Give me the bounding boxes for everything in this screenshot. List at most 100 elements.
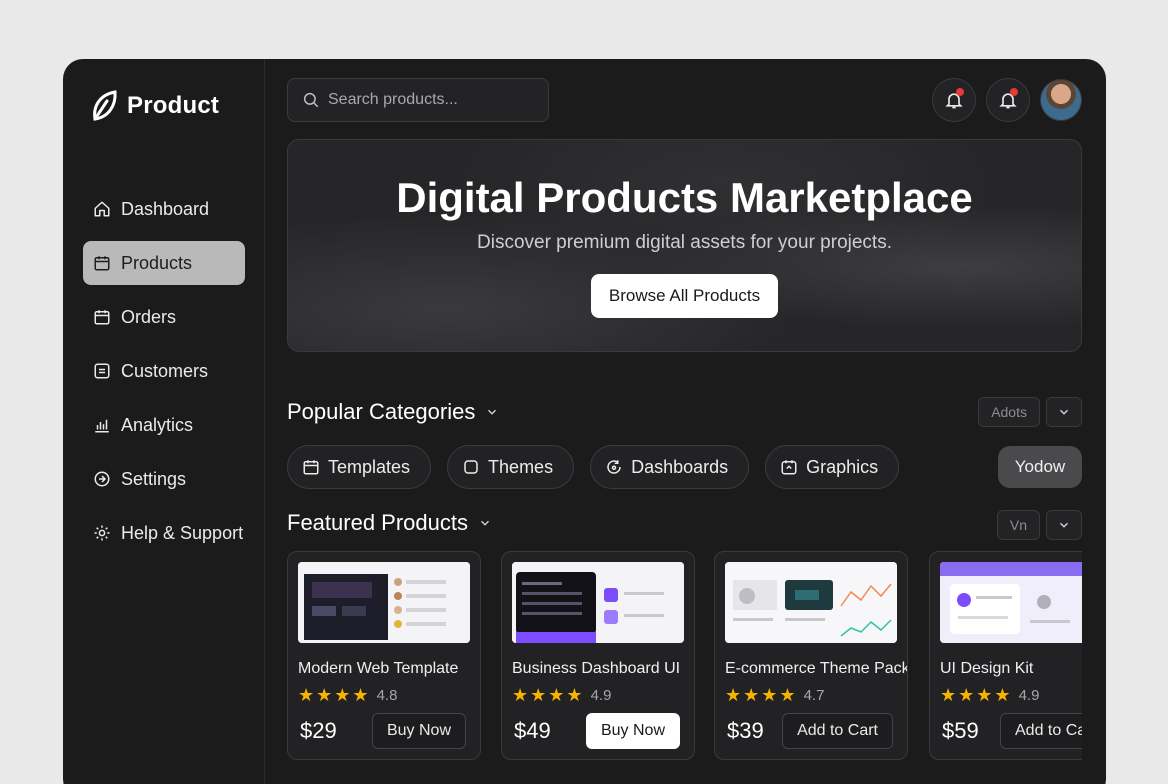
- chip-label: Templates: [328, 456, 411, 477]
- chevron-down-icon: [480, 520, 489, 526]
- sidebar: Product Dashboard Products Orders Custom…: [63, 59, 265, 784]
- category-chip-graphics[interactable]: Graphics: [765, 445, 900, 489]
- buy-now-button[interactable]: Buy Now: [585, 713, 680, 749]
- section-title: Popular Categories: [287, 399, 476, 424]
- app-window: Product Dashboard Products Orders Custom…: [63, 59, 1106, 784]
- gear-icon: [94, 525, 110, 541]
- buy-now-button[interactable]: Buy Now: [371, 713, 466, 749]
- product-card[interactable]: Modern Web Template ★ ★ ★ ★ 4.8 $29 Buy Now: [287, 551, 481, 760]
- product-card[interactable]: E-commerce Theme Pack ★ ★ ★ ★ 4.7 $39 Add t…: [714, 551, 908, 760]
- alerts-button[interactable]: [986, 78, 1030, 122]
- search-icon: [303, 92, 319, 108]
- featured-view-button[interactable]: Vn: [996, 510, 1040, 540]
- notification-badge: [956, 88, 964, 96]
- star-icon: ★: [512, 685, 529, 705]
- product-thumbnail: [512, 562, 684, 643]
- sidebar-item-label: Orders: [121, 306, 177, 327]
- sidebar-item-help-support[interactable]: Help & Support: [83, 511, 245, 555]
- search-input[interactable]: [328, 91, 528, 109]
- star-icon: ★: [779, 685, 796, 705]
- star-icon: ★: [530, 685, 547, 705]
- list-icon: [94, 363, 110, 379]
- rating-value: 4.8: [376, 686, 398, 704]
- notifications-button[interactable]: [932, 78, 976, 122]
- sidebar-item-label: Products: [121, 252, 193, 273]
- product-name: E-commerce Theme Pack: [725, 660, 908, 677]
- star-icon: ★: [316, 685, 333, 705]
- hero-banner: Digital Products Marketplace Discover pr…: [287, 139, 1082, 352]
- sidebar-item-products[interactable]: Products: [83, 241, 245, 285]
- product-card[interactable]: UI Design Kit ★★★★ 4.9 $59 Add to Cart: [929, 551, 1082, 760]
- calendar-icon: [94, 310, 110, 325]
- star-icon: ★: [725, 685, 742, 705]
- sidebar-item-settings[interactable]: Settings: [83, 457, 245, 501]
- header-actions: [932, 78, 1082, 122]
- avatar[interactable]: [1040, 79, 1082, 121]
- featured-dropdown-button[interactable]: [1046, 510, 1082, 540]
- brand-logo[interactable]: Product: [89, 89, 219, 123]
- leaf-icon: [93, 90, 117, 121]
- category-chips: Templates Themes Dashboards Graphics: [287, 445, 900, 489]
- star-icon: ★: [566, 685, 583, 705]
- star-icon: ★: [761, 685, 778, 705]
- add-to-cart-button[interactable]: Add to Cart: [1000, 713, 1082, 749]
- sidebar-item-label: Settings: [121, 468, 187, 489]
- categories-filter-button[interactable]: Adots: [978, 397, 1040, 427]
- rating-value: 4.9: [590, 686, 612, 704]
- add-to-cart-button[interactable]: Add to Cart: [782, 713, 893, 749]
- sidebar-nav: Dashboard Products Orders Customers Anal…: [83, 187, 245, 565]
- chevron-down-icon: [488, 409, 497, 415]
- refresh-icon: [607, 460, 621, 474]
- notification-badge: [1010, 88, 1018, 96]
- category-chip-templates[interactable]: Templates: [287, 445, 432, 489]
- popular-categories-header[interactable]: Popular Categories: [287, 399, 499, 425]
- sidebar-item-label: Customers: [121, 360, 209, 381]
- sidebar-item-analytics[interactable]: Analytics: [83, 403, 245, 447]
- featured-controls: Vn: [996, 510, 1082, 540]
- product-thumbnail: [725, 562, 897, 643]
- product-price: $59: [942, 718, 979, 743]
- section-title: Featured Products: [287, 510, 468, 535]
- product-rating: ★ ★ ★ ★ 4.9: [512, 686, 611, 704]
- product-price: $49: [514, 718, 551, 743]
- category-chip-dashboards[interactable]: Dashboards: [590, 445, 750, 489]
- square-icon: [464, 460, 478, 474]
- categories-dropdown-button[interactable]: [1046, 397, 1082, 427]
- sidebar-item-orders[interactable]: Orders: [83, 295, 245, 339]
- sidebar-item-dashboard[interactable]: Dashboard: [83, 187, 245, 231]
- category-chip-themes[interactable]: Themes: [447, 445, 575, 489]
- featured-products-list: Modern Web Template ★ ★ ★ ★ 4.8 $29 Buy Now: [287, 551, 1082, 771]
- hero-subtitle: Discover premium digital assets for your…: [477, 232, 892, 253]
- bar-chart-icon: [95, 419, 109, 433]
- browse-all-products-button[interactable]: Browse All Products: [590, 274, 779, 318]
- calendar-icon: [303, 460, 319, 475]
- sidebar-item-label: Analytics: [121, 414, 194, 435]
- product-thumbnail: [298, 562, 470, 643]
- star-icon: ★: [940, 685, 957, 705]
- settings-icon: [94, 471, 110, 487]
- star-icon: ★: [334, 685, 351, 705]
- rating-value: 4.7: [803, 686, 825, 704]
- search-bar[interactable]: [287, 78, 549, 122]
- category-extra-button[interactable]: Yodow: [998, 446, 1082, 488]
- product-price: $29: [300, 718, 337, 743]
- star-icon: ★: [548, 685, 565, 705]
- product-thumbnail: [940, 562, 1082, 643]
- star-icon: ★: [352, 685, 369, 705]
- featured-products-header[interactable]: Featured Products: [287, 510, 492, 536]
- star-icon: ★: [298, 685, 315, 705]
- image-icon: [781, 460, 797, 475]
- star-icon: ★: [743, 685, 760, 705]
- calendar-icon: [94, 256, 110, 271]
- product-card[interactable]: Business Dashboard UI ★ ★ ★ ★ 4.9 $49 Buy N…: [501, 551, 695, 760]
- hero-title: Digital Products Marketplace: [396, 174, 973, 221]
- sidebar-item-customers[interactable]: Customers: [83, 349, 245, 393]
- product-rating: ★ ★ ★ ★ 4.8: [298, 686, 397, 704]
- product-price: $39: [727, 718, 764, 743]
- star-icon: ★: [976, 685, 993, 705]
- product-name: UI Design Kit: [940, 660, 1034, 677]
- sidebar-item-label: Help & Support: [121, 522, 244, 543]
- home-icon: [94, 201, 110, 217]
- star-icon: ★: [994, 685, 1011, 705]
- brand-name: Product: [127, 92, 220, 119]
